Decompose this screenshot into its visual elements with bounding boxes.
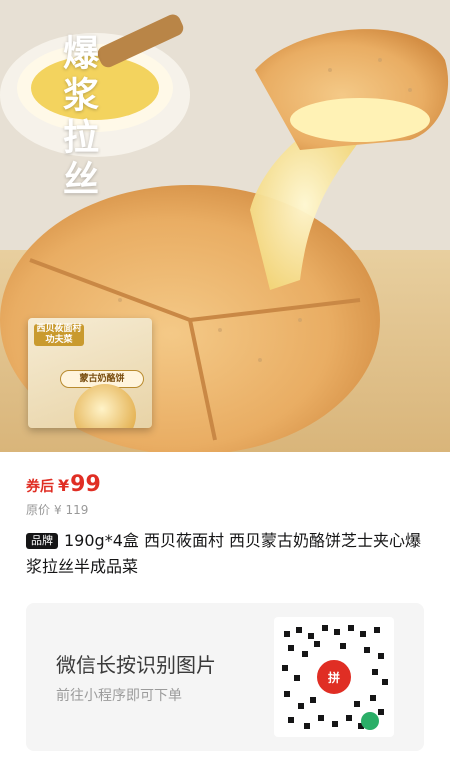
package-brand-sub: 功夫菜 (45, 335, 73, 345)
qr-card[interactable]: 微信长按识别图片 前往小程序即可下单 拼 (26, 603, 424, 751)
product-image[interactable]: 爆浆拉丝 西贝莜面村 功夫菜 蒙古奶酪饼 (0, 0, 450, 452)
package-brand-name: 西贝莜面村 (36, 324, 82, 334)
sale-price: 99 (70, 472, 101, 497)
original-price-value: ¥ 119 (54, 503, 89, 517)
price-row: 券后 ¥ 99 (26, 472, 101, 497)
product-title: 品牌 190g*4盒 西贝莜面村 西贝蒙古奶酪饼芝士夹心爆浆拉丝半成品菜 (26, 528, 430, 580)
slogan-text: 爆浆拉丝 (57, 34, 99, 202)
pinduoduo-logo-icon: 拼 (314, 657, 354, 697)
product-title-text: 190g*4盒 西贝莜面村 西贝蒙古奶酪饼芝士夹心爆浆拉丝半成品菜 (26, 531, 422, 576)
product-package: 西贝莜面村 功夫菜 蒙古奶酪饼 (28, 318, 152, 428)
qr-subtext: 前往小程序即可下单 (56, 688, 182, 704)
original-price: 原价 ¥ 119 (26, 501, 88, 518)
mini-program-qr-code[interactable]: 拼 (274, 617, 394, 737)
brand-tag: 品牌 (26, 533, 58, 549)
coupon-label: 券后 (26, 479, 54, 495)
package-brand: 西贝莜面村 功夫菜 (34, 324, 84, 346)
package-food-image (74, 384, 136, 428)
qr-instruction: 微信长按识别图片 (56, 653, 216, 677)
currency-symbol: ¥ (58, 476, 70, 495)
original-price-label: 原价 (26, 503, 51, 517)
